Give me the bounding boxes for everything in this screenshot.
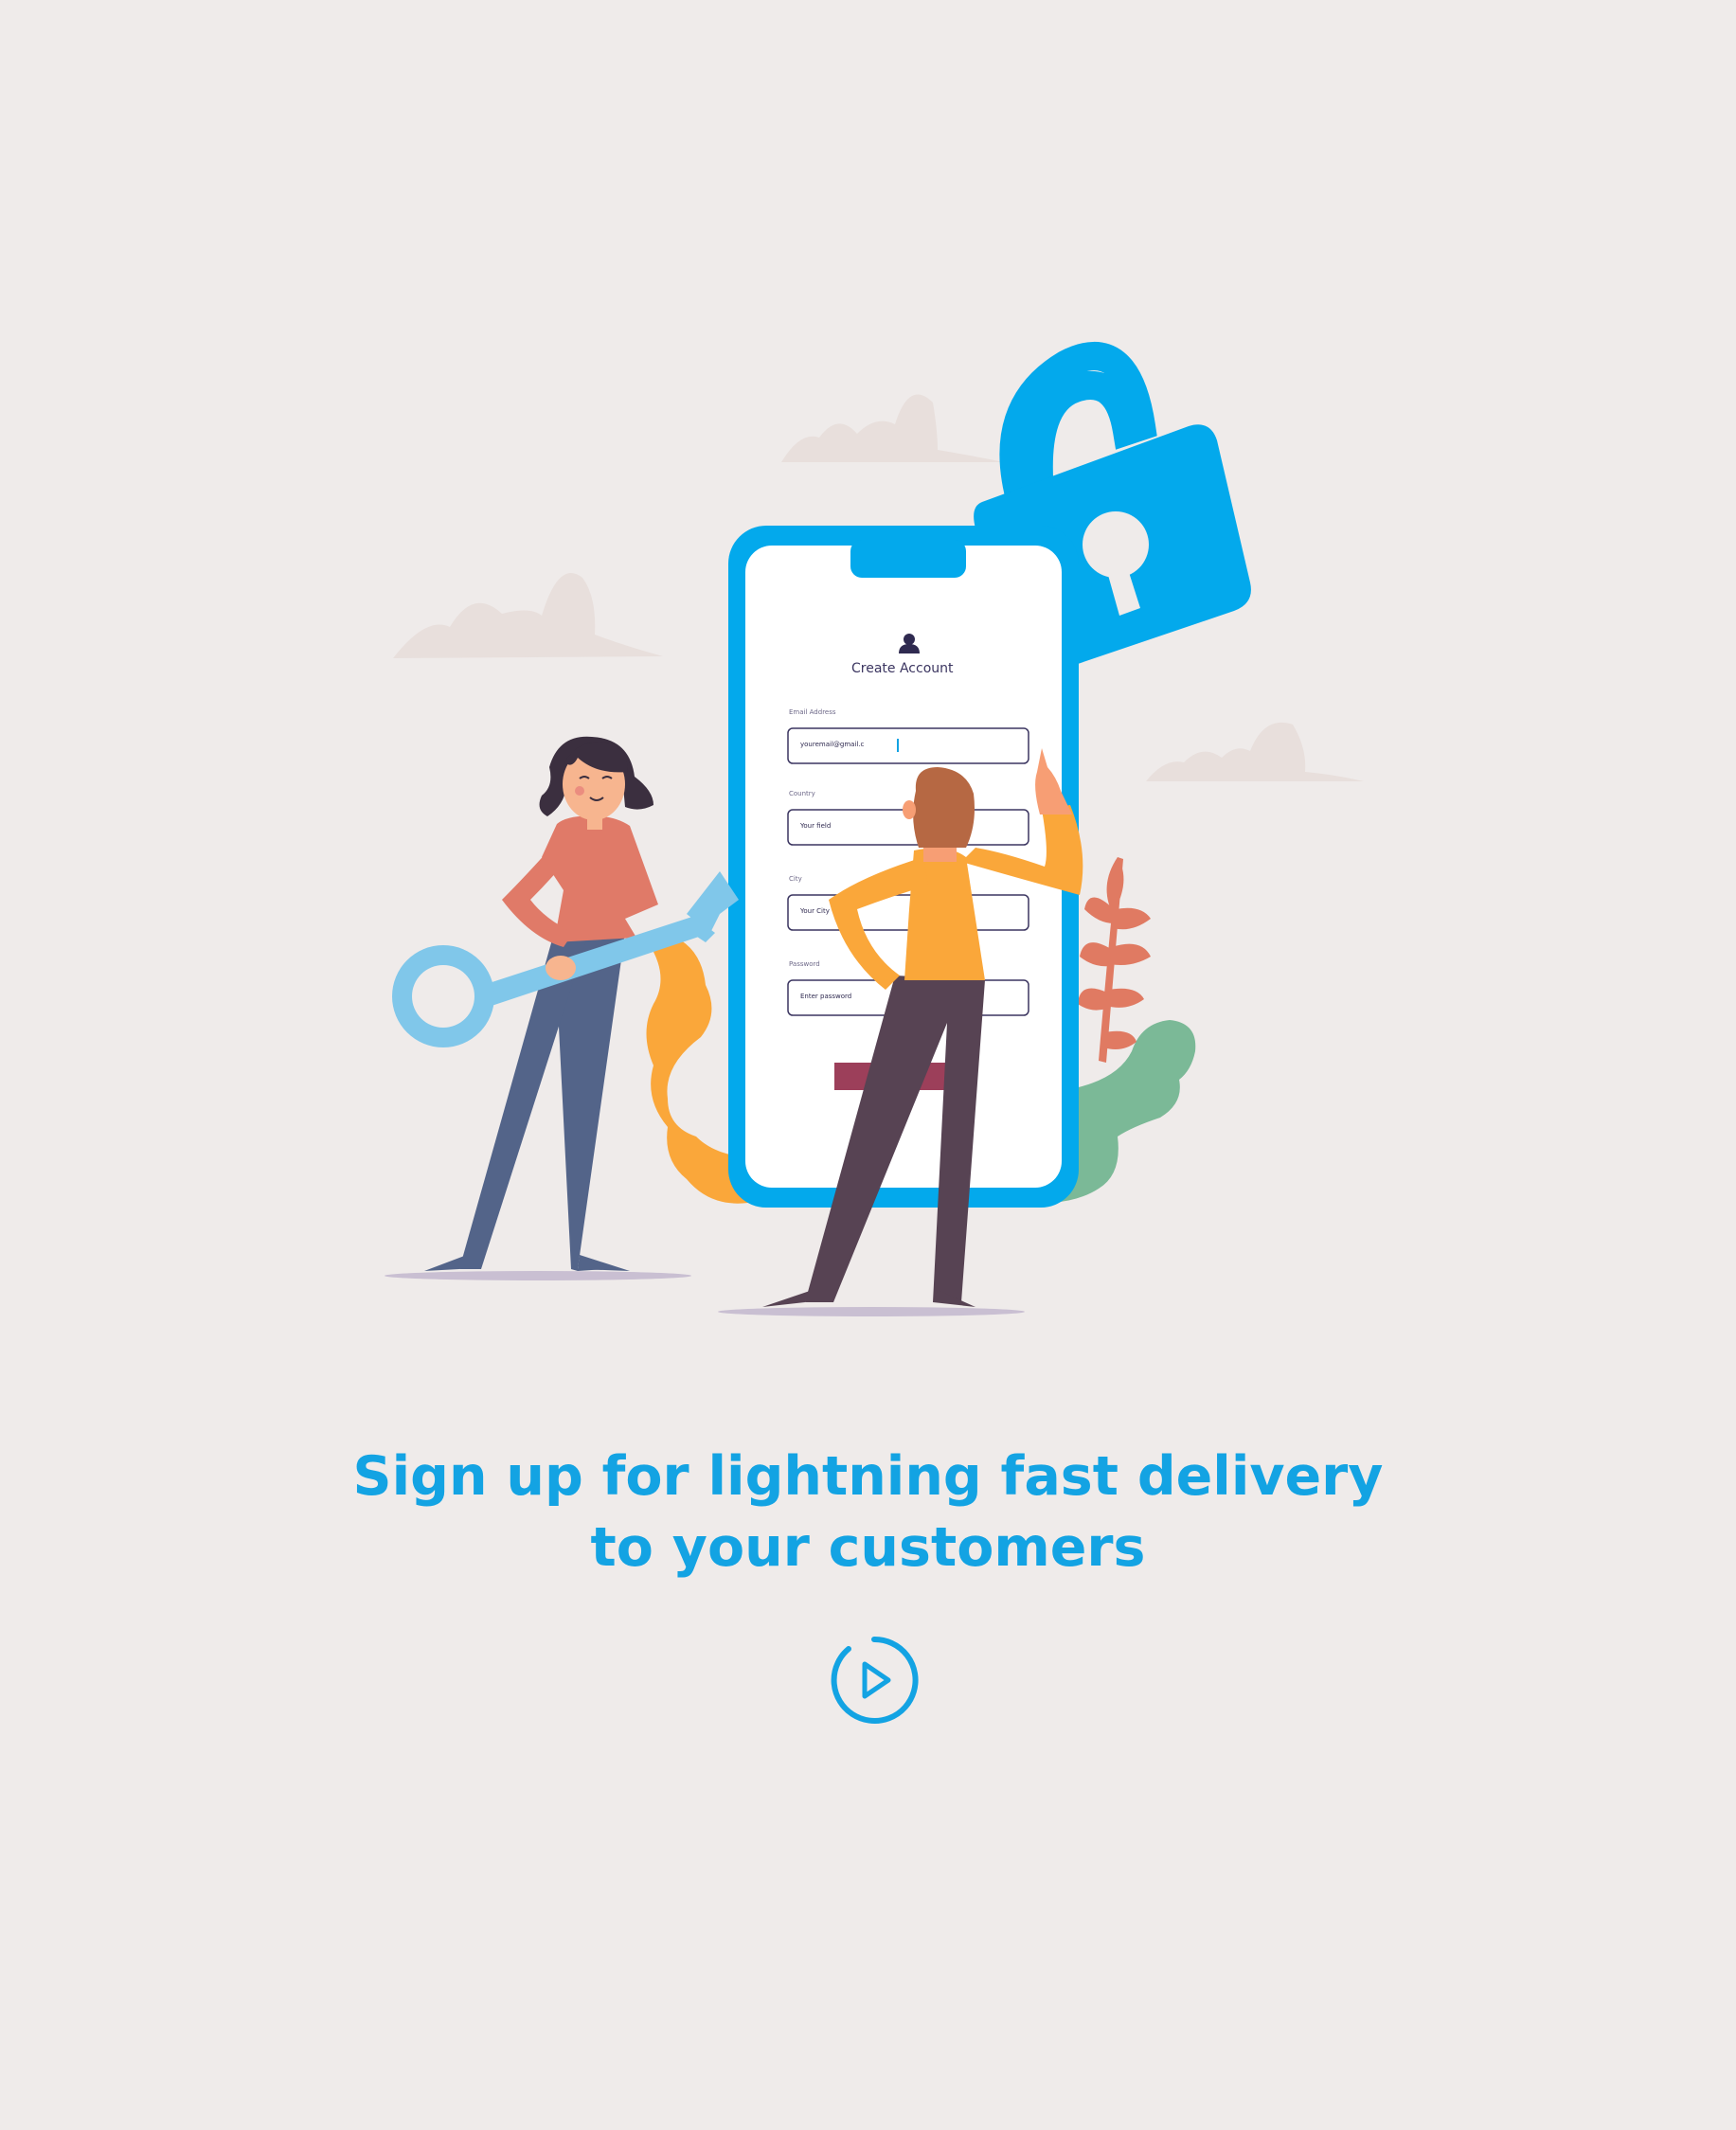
- cloud-top: [781, 394, 1004, 462]
- play-circle-icon: [831, 1636, 919, 1724]
- next-button[interactable]: [830, 1636, 919, 1725]
- headline-line-1: Sign up for lightning fast delivery: [352, 1445, 1384, 1508]
- woman-hand: [546, 956, 576, 980]
- woman-shadow: [385, 1271, 691, 1280]
- red-leaf-branch: [1078, 857, 1151, 1063]
- man-shadow: [718, 1307, 1025, 1316]
- headline-line-2: to your customers: [590, 1516, 1146, 1579]
- signup-illustration: [385, 342, 1364, 1316]
- cloud-right: [1146, 722, 1364, 781]
- email-field-box: [787, 727, 1029, 764]
- cloud-left: [393, 573, 663, 658]
